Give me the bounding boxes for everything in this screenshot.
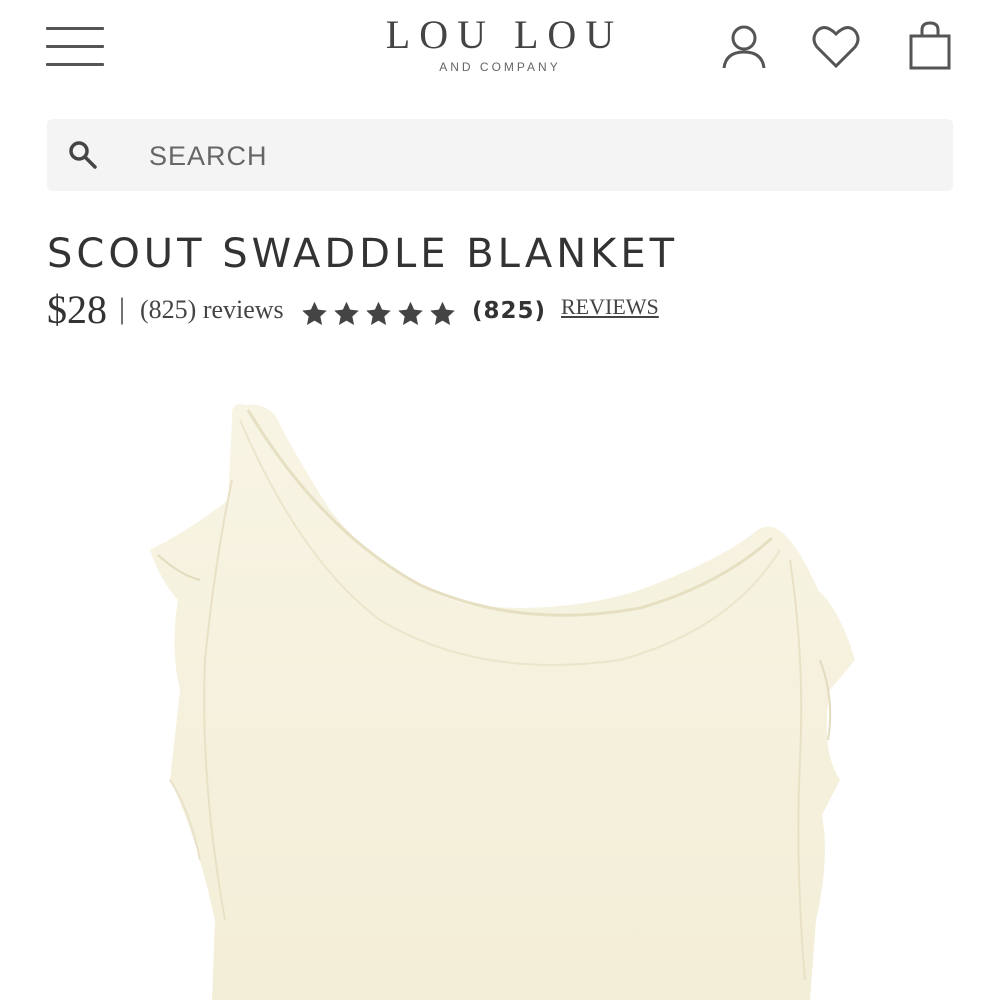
review-count[interactable]: (825) <box>472 298 546 324</box>
star-icon <box>398 301 423 325</box>
cart-icon[interactable] <box>904 20 956 72</box>
logo-main-text: LOU LOU <box>385 12 624 57</box>
star-rating[interactable] <box>299 300 459 328</box>
site-header: LOU LOU AND COMPANY <box>0 0 1000 100</box>
menu-icon[interactable] <box>46 27 104 67</box>
logo-sub-text: AND COMPANY <box>439 60 561 74</box>
star-icon <box>430 301 455 325</box>
product-title: SCOUT SWADDLE BLANKET <box>47 231 679 277</box>
reviews-link[interactable]: REVIEWS <box>561 294 659 320</box>
star-icon <box>366 301 391 325</box>
product-image <box>0 360 1000 1000</box>
star-icon <box>302 301 327 325</box>
reviews-summary-text: (825) reviews <box>140 295 284 324</box>
logo[interactable]: LOU LOU AND COMPANY <box>350 12 650 74</box>
heart-icon[interactable] <box>810 20 862 72</box>
search-icon[interactable] <box>67 139 99 171</box>
search-bar[interactable] <box>47 119 953 193</box>
account-icon[interactable] <box>718 20 770 72</box>
product-price: $28 <box>47 287 107 332</box>
search-input[interactable] <box>147 119 931 193</box>
star-icon <box>334 301 359 325</box>
separator: | <box>119 292 126 325</box>
price-rating-row: $28 | (825) reviews (825) REVIEWS <box>47 286 947 336</box>
